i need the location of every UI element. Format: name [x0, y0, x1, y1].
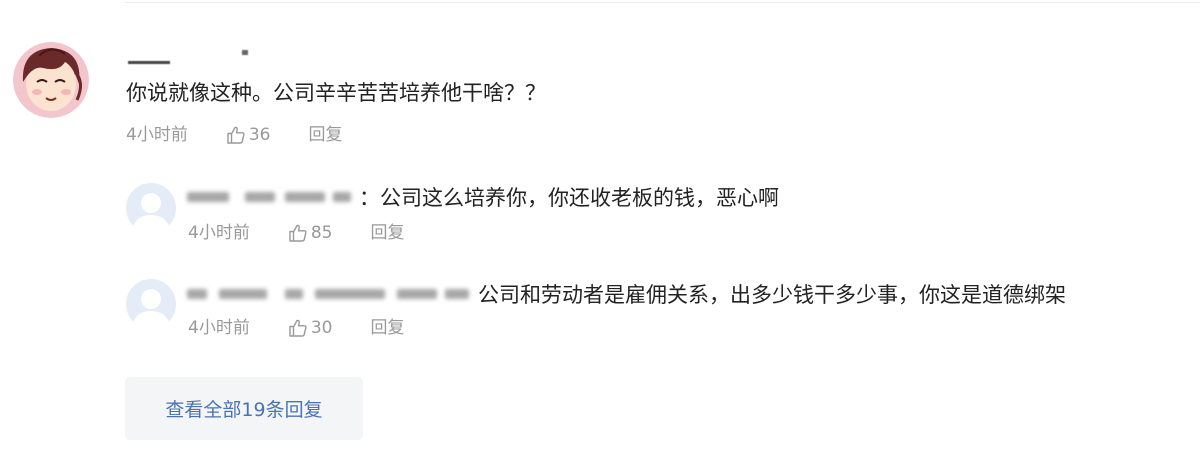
reply-username-redacted — [187, 283, 472, 305]
thumbs-up-icon — [227, 126, 245, 144]
reply-text: ：公司这么培养你，你还收老板的钱，恶心啊 — [359, 186, 779, 210]
like-button[interactable]: 30 — [288, 316, 333, 340]
like-button[interactable]: 36 — [226, 123, 271, 147]
user-silhouette-icon — [131, 193, 171, 233]
like-count: 36 — [248, 125, 271, 145]
like-button[interactable]: 85 — [288, 221, 333, 245]
timestamp: 4小时前 — [188, 223, 250, 243]
like-count: 30 — [310, 318, 333, 338]
reply-button[interactable]: 回复 — [370, 316, 404, 340]
reply-button[interactable]: 回复 — [370, 221, 404, 245]
like-count: 85 — [310, 223, 333, 243]
comment-meta: 4小时前 36 回复 — [126, 123, 342, 147]
top-divider — [125, 2, 1200, 3]
reply-avatar[interactable] — [126, 279, 176, 329]
user-silhouette-icon — [131, 289, 171, 329]
reply-meta: 4小时前 85 回复 — [188, 221, 404, 245]
reply-text: 公司和劳动者是雇佣关系，出多少钱干多少事，你这是道德绑架 — [478, 283, 1066, 307]
thumbs-up-icon — [289, 224, 307, 242]
cartoon-avatar-icon — [13, 42, 89, 118]
username-redacted — [126, 48, 266, 68]
reply-button[interactable]: 回复 — [308, 123, 342, 147]
reply-avatar[interactable] — [126, 183, 176, 233]
timestamp: 4小时前 — [188, 318, 250, 338]
reply-meta: 4小时前 30 回复 — [188, 316, 404, 340]
comment-text: 你说就像这种。公司辛辛苦苦培养他干啥？？ — [126, 81, 546, 105]
view-all-replies-button[interactable]: 查看全部19条回复 — [125, 377, 363, 440]
reply-username-redacted — [187, 186, 355, 208]
timestamp: 4小时前 — [126, 125, 188, 145]
avatar[interactable] — [13, 42, 89, 118]
thumbs-up-icon — [289, 319, 307, 337]
